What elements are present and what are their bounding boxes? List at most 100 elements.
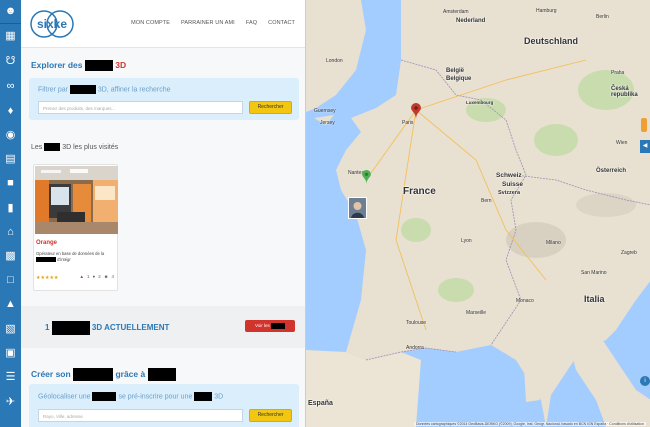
header: sixke MON COMPTE PARRAINER UN AMI FAQ CO… xyxy=(21,0,305,48)
nav-mon-compte[interactable]: MON COMPTE xyxy=(131,20,170,26)
cart-icon[interactable]: ☋ xyxy=(3,54,18,69)
geolocate-box: Géolocaliser une se pré-inscrire pour un… xyxy=(29,384,299,427)
redacted-block xyxy=(92,392,117,401)
label-nederland: Nederland xyxy=(456,18,486,24)
store-thumbnail[interactable] xyxy=(35,166,118,234)
create-title-middle: grâce à xyxy=(115,368,146,379)
filter-label: Filtrer par 3D, affiner la recherche xyxy=(38,85,171,94)
store-photo xyxy=(35,166,118,234)
rail-divider xyxy=(0,23,21,24)
search-button[interactable]: Rechercher xyxy=(249,101,292,114)
graduation-icon[interactable]: ▲ xyxy=(3,297,18,312)
map-attribution[interactable]: Données cartographiques ©2014 GeoBasis-D… xyxy=(413,422,646,426)
plane-icon[interactable]: ✈ xyxy=(3,395,18,410)
city-jersey: Jersey xyxy=(320,120,335,126)
logo[interactable]: sixke xyxy=(29,9,75,39)
tag-icon[interactable]: ♦ xyxy=(3,104,18,119)
most-visited-label: Les 3D les plus visités xyxy=(31,143,118,151)
shop-icon[interactable]: ▣ xyxy=(3,346,18,361)
filter-box: Filtrer par 3D, affiner la recherche Pre… xyxy=(29,78,299,120)
label-osterreich: Österreich xyxy=(596,168,627,174)
store-description-text: Opérateur en base de données de la xyxy=(36,251,105,256)
chart-icon[interactable]: ▧ xyxy=(3,322,18,337)
city-toulouse: Toulouse xyxy=(406,320,427,326)
city-guernsey: Guernsey xyxy=(314,108,336,114)
store-title[interactable]: Orange xyxy=(36,240,57,246)
comments-count: 2 xyxy=(98,274,101,279)
puzzle-icon[interactable]: ■ xyxy=(3,176,18,191)
map[interactable]: Deutschland Nederland België Belgique Lu… xyxy=(305,0,650,427)
user-photo-marker[interactable] xyxy=(348,197,367,219)
counter-prefix: 1 xyxy=(45,323,50,333)
geo-middle: se pré-inscrire pour une xyxy=(118,393,193,401)
geo-suffix: 3D xyxy=(214,393,224,401)
label-belgie: België xyxy=(446,68,465,74)
search-input[interactable]: Prenez des produits, des marques... xyxy=(38,101,243,114)
nav-faq[interactable]: FAQ xyxy=(246,20,257,26)
user-icon[interactable]: ☻ xyxy=(3,4,18,19)
label-luxembourg: Luxembourg xyxy=(466,100,494,105)
bag-icon[interactable]: ▮ xyxy=(3,201,18,216)
label-espana: España xyxy=(308,400,333,407)
map-marker-green[interactable] xyxy=(362,170,371,184)
grid-icon[interactable]: ▦ xyxy=(3,29,18,44)
binoculars-icon[interactable]: ∞ xyxy=(3,79,18,94)
explore-title-suffix: 3D xyxy=(115,60,127,70)
city-san-marino: San Marino xyxy=(581,270,607,276)
view-all-button[interactable]: Voir les xyxy=(245,320,295,332)
label-deutschland: Deutschland xyxy=(524,36,579,46)
book-icon[interactable]: ▤ xyxy=(3,152,18,167)
redacted-block xyxy=(36,256,56,262)
avatar xyxy=(349,198,366,218)
city-milano: Milano xyxy=(546,240,561,246)
user-small-icon: ☻ xyxy=(103,274,109,279)
create-title-prefix: Créer son xyxy=(31,368,71,379)
redacted-block xyxy=(194,392,213,401)
visited-prefix: Les xyxy=(31,143,43,151)
map-expand-icon[interactable]: ◀ xyxy=(640,140,650,153)
rating-stars: ★★★★★ xyxy=(36,275,59,281)
redacted-block xyxy=(147,368,176,381)
label-france: France xyxy=(403,186,436,197)
city-marseille: Marseille xyxy=(466,310,487,316)
view-all-label: Voir les xyxy=(254,323,270,328)
top-nav: MON COMPTE PARRAINER UN AMI FAQ CONTACT xyxy=(131,20,295,26)
store-description-tail: d'intégr xyxy=(57,256,71,262)
redacted-block xyxy=(271,322,286,329)
label-cesko: Česká republika xyxy=(611,86,638,98)
explore-panel: Explorer des 3D Filtrer par 3D, affiner … xyxy=(21,48,305,427)
explore-title-prefix: Explorer des xyxy=(31,60,83,70)
redacted-block xyxy=(73,368,114,381)
counter-text: 1 3D ACTUELLEMENT xyxy=(45,321,169,335)
address-input[interactable]: Rayo, Ville, adresse xyxy=(38,409,243,422)
home-icon[interactable]: ⌂ xyxy=(3,225,18,240)
label-belgique: Belgique xyxy=(446,76,472,82)
city-wien: Wien xyxy=(616,140,628,146)
redacted-block xyxy=(84,60,113,72)
city-london: London xyxy=(326,58,343,64)
geo-search-button[interactable]: Rechercher xyxy=(249,409,292,422)
layers-icon[interactable]: ☰ xyxy=(3,370,18,385)
redacted-block xyxy=(51,321,90,335)
store-card[interactable]: Orange Opérateur en base de données de l… xyxy=(33,164,118,291)
city-hamburg: Hamburg xyxy=(536,8,557,14)
geolocate-label: Géolocaliser une se pré-inscrire pour un… xyxy=(38,392,223,401)
label-svizzera: Svizzera xyxy=(498,190,521,196)
globe-icon[interactable]: ◉ xyxy=(3,128,18,143)
pegman-icon[interactable] xyxy=(641,118,647,132)
geo-prefix: Géolocaliser une xyxy=(38,393,91,401)
city-monaco: Monaco xyxy=(516,298,534,304)
nav-parrainer[interactable]: PARRAINER UN AMI xyxy=(181,20,235,26)
map-marker-red[interactable] xyxy=(411,103,421,119)
city-bern: Bern xyxy=(481,198,492,204)
store-description: Opérateur en base de données de la d'int… xyxy=(36,251,116,262)
factory-icon[interactable]: □ xyxy=(3,273,18,288)
redacted-block xyxy=(44,143,61,151)
city-praha: Praha xyxy=(611,70,625,76)
city-lyon: Lyon xyxy=(461,238,472,244)
views-count: 1 xyxy=(86,274,90,279)
nav-contact[interactable]: CONTACT xyxy=(268,20,295,26)
building-icon[interactable]: ▩ xyxy=(3,249,18,264)
info-icon[interactable]: i xyxy=(640,376,650,386)
label-suisse: Suisse xyxy=(502,181,523,188)
